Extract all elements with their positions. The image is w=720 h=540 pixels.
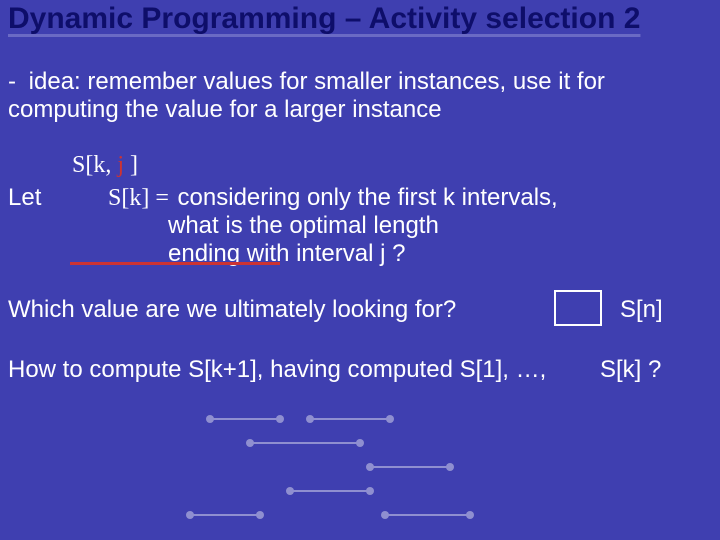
idea-paragraph: - idea: remember values for smaller inst… [8, 68, 708, 123]
interval-endpoint [366, 487, 374, 495]
page-title: Dynamic Programming – Activity selection… [8, 2, 640, 36]
interval-endpoint [286, 487, 294, 495]
interval-segment [190, 514, 260, 516]
s-k-j-expr: S[k, j ] [72, 152, 138, 179]
interval-segment [210, 418, 280, 420]
interval-endpoint [466, 511, 474, 519]
interval-endpoint [446, 463, 454, 471]
idea-bullet: - [8, 68, 16, 95]
definition-line-2: what is the optimal length [168, 212, 439, 240]
skj-prefix: S[k, [72, 152, 111, 178]
idea-text: idea: remember values for smaller instan… [8, 68, 605, 123]
interval-endpoint [386, 415, 394, 423]
answer-box [554, 290, 602, 326]
question-1: Which value are we ultimately looking fo… [8, 296, 456, 324]
interval-endpoint [356, 439, 364, 447]
interval-segment [385, 514, 470, 516]
interval-endpoint [306, 415, 314, 423]
answer-text: S[n] [620, 296, 663, 324]
skj-suffix: ] [124, 152, 138, 178]
interval-segment [290, 490, 370, 492]
interval-endpoint [186, 511, 194, 519]
interval-segment [310, 418, 390, 420]
red-strikeout [70, 262, 280, 265]
sk-eq: S[k] = [108, 185, 169, 211]
interval-endpoint [246, 439, 254, 447]
interval-segment [370, 466, 450, 468]
definition-line-1: S[k] = considering only the first k inte… [108, 184, 558, 212]
s-k-question: S[k] ? [600, 356, 661, 384]
def1-text: considering only the first k intervals, [171, 184, 558, 211]
interval-endpoint [256, 511, 264, 519]
interval-endpoint [381, 511, 389, 519]
interval-segment [250, 442, 360, 444]
interval-diagram [190, 406, 490, 526]
let-label: Let [8, 184, 41, 212]
interval-endpoint [366, 463, 374, 471]
interval-endpoint [206, 415, 214, 423]
question-2: How to compute S[k+1], having computed S… [8, 356, 546, 384]
skj-j: j [111, 152, 124, 178]
interval-endpoint [276, 415, 284, 423]
def3-suffix: ? [385, 240, 405, 267]
